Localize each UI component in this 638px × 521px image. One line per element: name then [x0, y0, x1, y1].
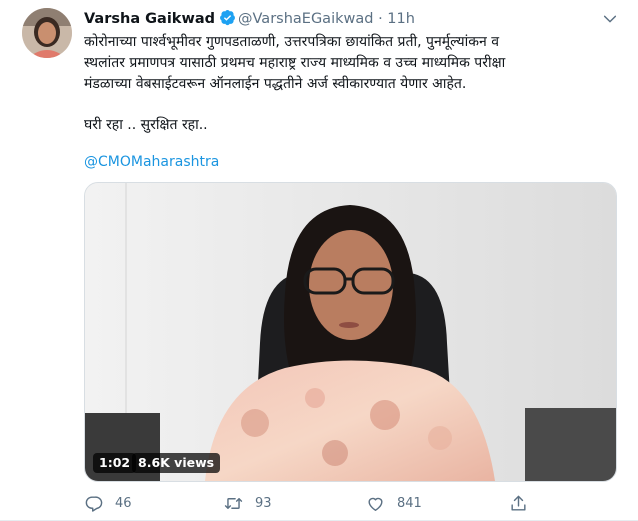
tweet-timestamp[interactable]: 11h	[387, 11, 415, 27]
verified-badge-icon	[220, 9, 235, 26]
share-icon	[511, 495, 526, 511]
tweet-card[interactable]: Varsha Gaikwad @VarshaEGaikwad · 11h कोरो…	[0, 0, 638, 521]
like-icon	[368, 497, 383, 511]
tweet-body-secondary: घरी रहा .. सुरक्षित रहा..	[84, 117, 208, 133]
retweet-icon	[224, 497, 243, 509]
reply-icon	[85, 495, 103, 512]
tweet-actions: 46 93 841	[84, 492, 615, 514]
video-thumbnail	[85, 183, 616, 481]
tweet-body-line: कोरोनाच्या पार्श्वभूमीवर गुणपडताळणी, उत्…	[84, 34, 499, 50]
like-count: 841	[397, 495, 422, 511]
share-button[interactable]	[509, 492, 540, 514]
mention-link[interactable]: @CMOMaharashtra	[84, 152, 219, 173]
like-button[interactable]: 841	[366, 492, 422, 514]
tweet-body: कोरोनाच्या पार्श्वभूमीवर गुणपडताळणी, उत्…	[84, 32, 624, 95]
reply-button[interactable]: 46	[84, 492, 132, 514]
retweet-button[interactable]: 93	[224, 492, 272, 514]
avatar[interactable]	[22, 8, 72, 58]
tweet-body-line: स्थलांतर प्रमाणपत्र यासाठी प्रथमच महाराष…	[84, 55, 506, 71]
tweet-body-line: मंडळाच्या वेबसाईटवरून ऑनलाईन पद्धतीने अर…	[84, 76, 467, 92]
reply-count: 46	[115, 495, 132, 511]
retweet-count: 93	[255, 495, 272, 511]
video-player[interactable]: 1:02 8.6K views	[84, 182, 617, 482]
chevron-down-icon[interactable]	[602, 11, 618, 27]
author-name[interactable]: Varsha Gaikwad	[84, 11, 215, 27]
separator-dot: ·	[378, 11, 383, 27]
avatar-image	[22, 8, 72, 58]
tweet-header: Varsha Gaikwad @VarshaEGaikwad · 11h	[84, 9, 415, 29]
video-duration: 1:02	[93, 453, 137, 473]
video-view-count: 8.6K views	[132, 453, 221, 473]
author-handle[interactable]: @VarshaEGaikwad	[238, 11, 373, 27]
